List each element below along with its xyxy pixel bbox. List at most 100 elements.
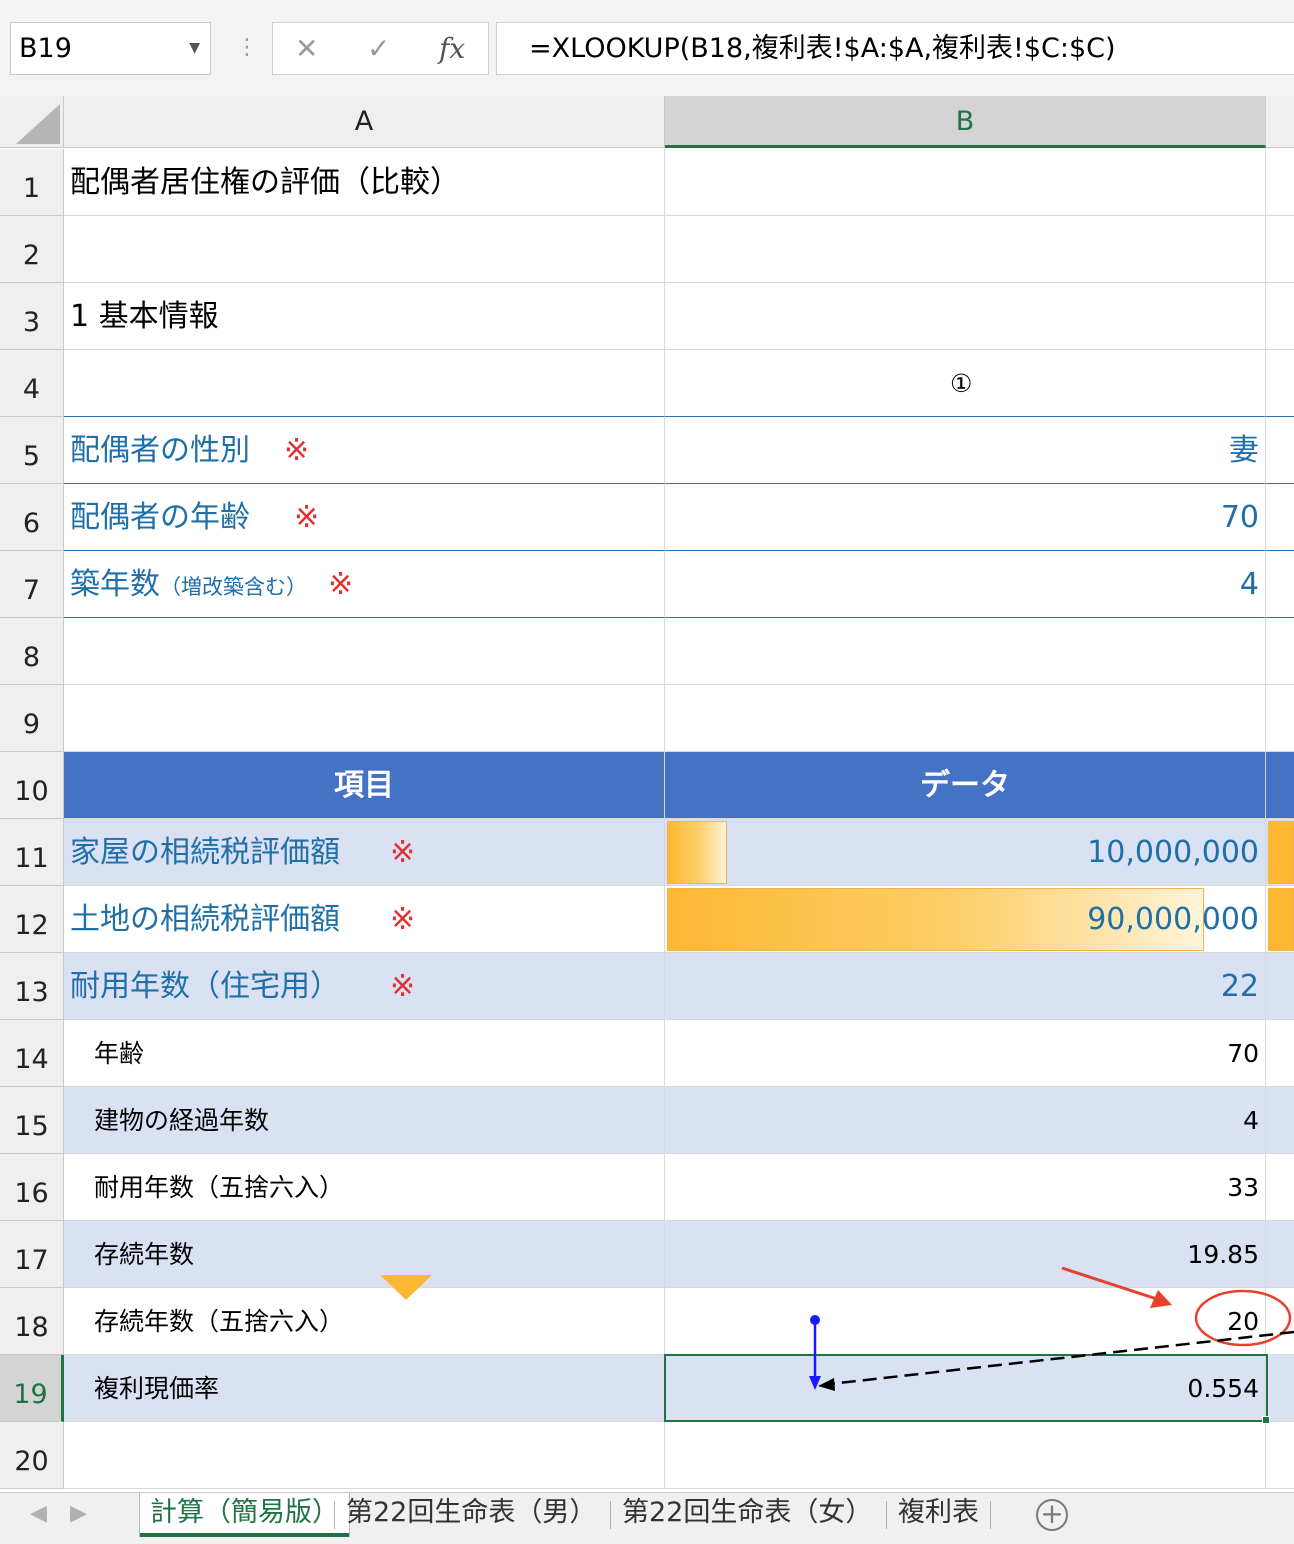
cell-c13[interactable] (1266, 953, 1294, 1020)
cell-c20[interactable] (1266, 1422, 1294, 1489)
cell-b1[interactable] (665, 149, 1266, 216)
label: 年齢 (94, 1039, 145, 1068)
row-header-8[interactable]: 8 (0, 618, 64, 685)
close-icon[interactable]: ✕ (295, 23, 318, 74)
formula-input[interactable]: =XLOOKUP(B18,複利表!$A:$A,複利表!$C:$C) (496, 22, 1294, 75)
cell-c17[interactable] (1266, 1221, 1294, 1288)
row-header-10[interactable]: 10 (0, 752, 64, 819)
row-header-1[interactable]: 1 (0, 149, 64, 216)
cell-c12[interactable] (1266, 886, 1294, 953)
cell-b5[interactable]: 妻 (665, 417, 1266, 484)
cell-c2[interactable] (1266, 216, 1294, 283)
cell-b4[interactable]: ① (665, 350, 1266, 417)
cell-c15[interactable] (1266, 1087, 1294, 1154)
cell-b11[interactable]: 10,000,000 (665, 819, 1266, 886)
cell-b13[interactable]: 22 (665, 953, 1266, 1020)
cell-b16-value: 33 (1227, 1173, 1259, 1202)
tab-life-table-male[interactable]: 第22回生命表（男） (336, 1493, 606, 1537)
chevron-down-icon[interactable]: ▼ (189, 23, 200, 74)
cell-b2[interactable] (665, 216, 1266, 283)
cell-a4[interactable] (64, 350, 665, 417)
cell-b7[interactable]: 4 (665, 551, 1266, 618)
row-header-6[interactable]: 6 (0, 484, 64, 551)
cell-a18[interactable]: 存続年数（五捨六入） (64, 1288, 665, 1355)
cell-a19[interactable]: 複利現価率 (64, 1355, 665, 1422)
cell-b20[interactable] (665, 1422, 1266, 1489)
check-icon[interactable]: ✓ (367, 23, 390, 74)
row-header-14[interactable]: 14 (0, 1020, 64, 1087)
cell-a11[interactable]: 家屋の相続税評価額 ※ (64, 819, 665, 886)
cell-b12[interactable]: 90,000,000 (665, 886, 1266, 953)
column-header-b[interactable]: B (665, 96, 1266, 148)
cell-a5[interactable]: 配偶者の性別 ※ (64, 417, 665, 484)
cell-a3[interactable]: 1 基本情報 (64, 283, 665, 350)
cell-a20[interactable] (64, 1422, 665, 1489)
cell-a8[interactable] (64, 618, 665, 685)
cell-c3[interactable] (1266, 283, 1294, 350)
cell-c19[interactable] (1266, 1355, 1294, 1422)
cell-b10[interactable]: データ (665, 752, 1266, 819)
cell-a6[interactable]: 配偶者の年齢 ※ (64, 484, 665, 551)
row-header-3[interactable]: 3 (0, 283, 64, 350)
cell-b9[interactable] (665, 685, 1266, 752)
cell-b8[interactable] (665, 618, 1266, 685)
row-header-18[interactable]: 18 (0, 1288, 64, 1355)
row-header-5[interactable]: 5 (0, 417, 64, 484)
cell-a2[interactable] (64, 216, 665, 283)
cell-c16[interactable] (1266, 1154, 1294, 1221)
cell-a10[interactable]: 項目 (64, 752, 665, 819)
cell-b14[interactable]: 70 (665, 1020, 1266, 1087)
row-header-16[interactable]: 16 (0, 1154, 64, 1221)
row-header-11[interactable]: 11 (0, 819, 64, 886)
cell-b6[interactable]: 70 (665, 484, 1266, 551)
row-header-17[interactable]: 17 (0, 1221, 64, 1288)
column-header-c[interactable] (1266, 96, 1294, 148)
row-header-4[interactable]: 4 (0, 350, 64, 417)
cell-c11[interactable] (1266, 819, 1294, 886)
cell-b16[interactable]: 33 (665, 1154, 1266, 1221)
fill-handle[interactable] (1262, 1416, 1270, 1424)
cell-b3[interactable] (665, 283, 1266, 350)
cell-a7[interactable]: 築年数（増改築含む） ※ (64, 551, 665, 618)
row-header-9[interactable]: 9 (0, 685, 64, 752)
add-sheet-icon[interactable]: + (1036, 1499, 1068, 1531)
name-box[interactable]: B19 ▼ (10, 22, 211, 75)
row-header-7[interactable]: 7 (0, 551, 64, 618)
row-header-13[interactable]: 13 (0, 953, 64, 1020)
cell-c5[interactable] (1266, 417, 1294, 484)
cell-b15[interactable]: 4 (665, 1087, 1266, 1154)
insert-function-icon[interactable]: fx (439, 23, 465, 74)
cell-c8[interactable] (1266, 618, 1294, 685)
cell-b17[interactable]: 19.85 (665, 1221, 1266, 1288)
tab-calc[interactable]: 計算（簡易版） (140, 1493, 349, 1537)
tab-scroll-left-icon[interactable]: ◀ (30, 1501, 47, 1526)
row-header-2[interactable]: 2 (0, 216, 64, 283)
row-header-19[interactable]: 19 (0, 1355, 64, 1422)
cell-c14[interactable] (1266, 1020, 1294, 1087)
cell-a15[interactable]: 建物の経過年数 (64, 1087, 665, 1154)
cell-a1[interactable]: 配偶者居住権の評価（比較） (64, 149, 665, 216)
row-header-12[interactable]: 12 (0, 886, 64, 953)
more-options-icon[interactable]: ⋮ (236, 34, 258, 62)
row-header-15[interactable]: 15 (0, 1087, 64, 1154)
row-header-20[interactable]: 20 (0, 1422, 64, 1489)
tab-scroll-right-icon[interactable]: ▶ (70, 1501, 87, 1526)
cell-a12[interactable]: 土地の相続税評価額 ※ (64, 886, 665, 953)
cell-c9[interactable] (1266, 685, 1294, 752)
cell-a16[interactable]: 耐用年数（五捨六入） (64, 1154, 665, 1221)
cell-c6[interactable] (1266, 484, 1294, 551)
cell-a17[interactable]: 存続年数 (64, 1221, 665, 1288)
tab-compound-table[interactable]: 複利表 (888, 1493, 989, 1537)
cell-c1[interactable] (1266, 149, 1294, 216)
column-header-a[interactable]: A (64, 96, 665, 148)
cell-c7[interactable] (1266, 551, 1294, 618)
cell-a13[interactable]: 耐用年数（住宅用） ※ (64, 953, 665, 1020)
cell-a9[interactable] (64, 685, 665, 752)
cell-c4[interactable] (1266, 350, 1294, 417)
cell-c18[interactable] (1266, 1288, 1294, 1355)
tab-life-table-female[interactable]: 第22回生命表（女） (612, 1493, 882, 1537)
cell-b18[interactable]: 20 (665, 1288, 1266, 1355)
label: 耐用年数（住宅用） (70, 969, 340, 1004)
cell-c10[interactable] (1266, 752, 1294, 819)
cell-a14[interactable]: 年齢 (64, 1020, 665, 1087)
